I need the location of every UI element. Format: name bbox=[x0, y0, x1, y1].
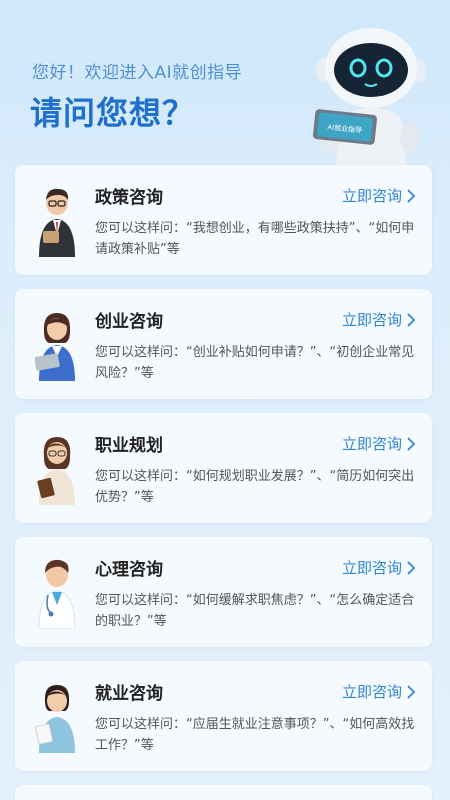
consult-now-button[interactable]: 立即咨询 bbox=[342, 309, 416, 330]
card-policy-consult[interactable]: 政策咨询 立即咨询 您可以这样问：“我想创业，有哪些政策扶持”、“如何申请政策补… bbox=[15, 165, 432, 275]
card-next-partial[interactable] bbox=[15, 785, 432, 800]
consult-now-button[interactable]: 立即咨询 bbox=[342, 557, 416, 578]
card-description: 您可以这样问：“应届生就业注意事项？”、“如何高效找工作？”等 bbox=[95, 717, 415, 753]
card-startup-consult[interactable]: 创业咨询 立即咨询 您可以这样问：“创业补贴如何申请？”、“初创企业常见风险？”… bbox=[15, 289, 432, 399]
advisor-man-icon bbox=[39, 188, 75, 257]
card-description: 您可以这样问：“我想创业，有哪些政策扶持”、“如何申请政策补贴”等 bbox=[95, 221, 415, 257]
card-description: 您可以这样问：“如何缓解求职焦虑？”、“怎么确定适合的职业？”等 bbox=[95, 593, 415, 629]
card-description: 您可以这样问：“创业补贴如何申请？”、“初创企业常见风险？”等 bbox=[95, 345, 415, 381]
card-psych-consult[interactable]: 心理咨询 立即咨询 您可以这样问：“如何缓解求职焦虑？”、“怎么确定适合的职业？… bbox=[15, 537, 432, 647]
woman-document-icon bbox=[35, 685, 75, 753]
greeting-text: 您好！欢迎进入AI就创指导 bbox=[32, 63, 243, 83]
consult-now-label: 立即咨询 bbox=[341, 559, 402, 577]
chevron-right-icon bbox=[407, 436, 416, 451]
card-title: 心理咨询 bbox=[95, 560, 163, 580]
card-title: 创业咨询 bbox=[95, 312, 163, 332]
robot-mascot-icon: AI就业指导 bbox=[312, 28, 426, 170]
consult-now-button[interactable]: 立即咨询 bbox=[342, 433, 416, 454]
consult-now-label: 立即咨询 bbox=[341, 187, 402, 205]
consult-now-label: 立即咨询 bbox=[341, 683, 402, 701]
consult-now-label: 立即咨询 bbox=[341, 311, 402, 329]
card-title: 就业咨询 bbox=[95, 684, 163, 704]
card-description: 您可以这样问：“如何规划职业发展？”、“简历如何突出优势？”等 bbox=[95, 469, 415, 505]
doctor-icon bbox=[38, 559, 76, 629]
woman-book-icon bbox=[37, 437, 75, 505]
chevron-right-icon bbox=[407, 684, 416, 699]
consult-now-button[interactable]: 立即咨询 bbox=[342, 681, 416, 702]
header: 您好！欢迎进入AI就创指导 请问您想？ AI就业指导 bbox=[0, 0, 450, 170]
woman-laptop-icon bbox=[35, 313, 75, 381]
card-employment-consult[interactable]: 就业咨询 立即咨询 您可以这样问：“应届生就业注意事项？”、“如何高效找工作？”… bbox=[15, 661, 432, 771]
chevron-right-icon bbox=[407, 188, 416, 203]
consult-now-button[interactable]: 立即咨询 bbox=[342, 185, 416, 206]
card-career-planning[interactable]: 职业规划 立即咨询 您可以这样问：“如何规划职业发展？”、“简历如何突出优势？”… bbox=[15, 413, 432, 523]
consult-now-label: 立即咨询 bbox=[341, 435, 402, 453]
chevron-right-icon bbox=[407, 312, 416, 327]
card-title: 职业规划 bbox=[95, 436, 163, 456]
card-title: 政策咨询 bbox=[95, 188, 163, 208]
chevron-right-icon bbox=[407, 560, 416, 575]
page-title: 请问您想？ bbox=[30, 94, 196, 132]
